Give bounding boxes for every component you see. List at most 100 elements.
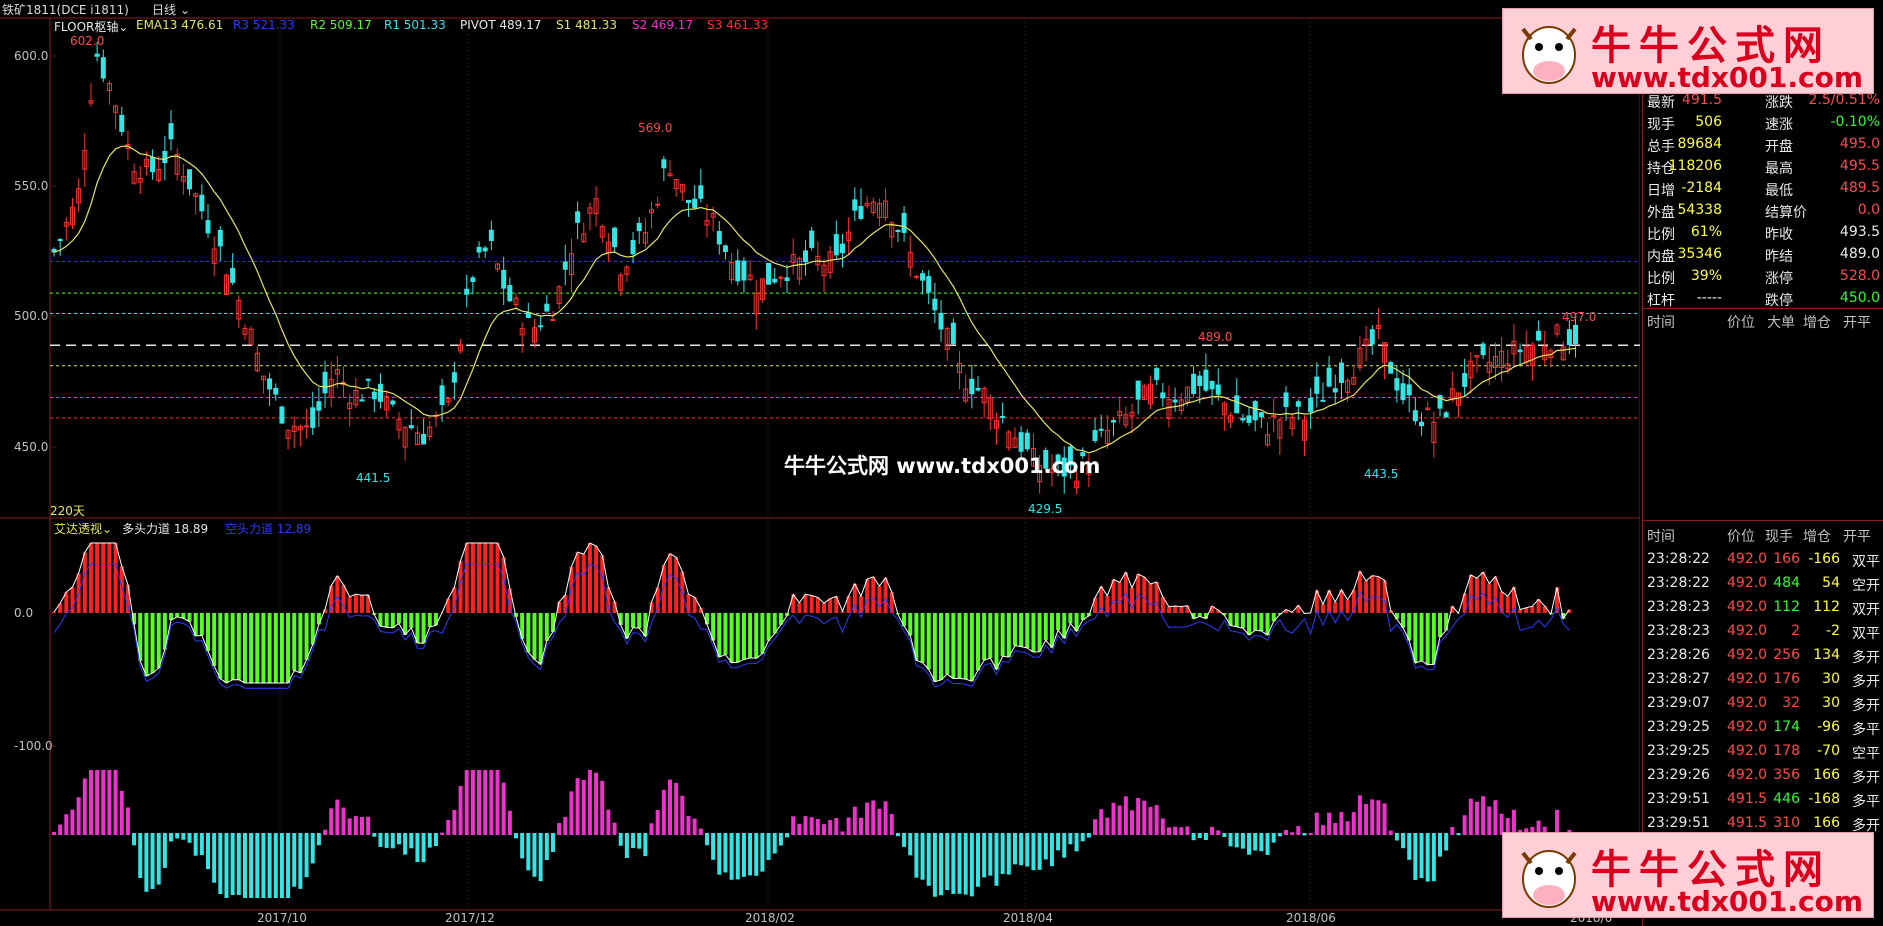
force-bar	[1240, 613, 1245, 629]
force-bar	[267, 613, 272, 683]
ema-label: EMA13 476.61	[136, 18, 224, 32]
trend-bar	[187, 833, 192, 843]
candle-body	[1369, 329, 1375, 345]
force-bar	[1364, 580, 1369, 613]
force-bar	[754, 613, 759, 659]
force-bar	[994, 613, 999, 670]
trend-bar	[1265, 833, 1270, 855]
trend-bar	[1216, 830, 1221, 835]
quote-value: 489.0	[1839, 246, 1880, 262]
trend-bar	[1019, 833, 1024, 866]
quote-row: 比例 61% 昨收 493.5	[1643, 222, 1883, 244]
trend-bar	[101, 770, 106, 835]
candle-body	[408, 425, 414, 429]
candle-body	[439, 385, 445, 406]
col-header: 大单	[1767, 315, 1795, 331]
trend-bar	[1228, 833, 1233, 847]
trend-bar	[520, 833, 525, 859]
tick-time: 23:29:25	[1647, 743, 1710, 759]
col-header: 增仓	[1803, 529, 1831, 545]
tick-volume: 356	[1773, 767, 1800, 783]
candle-body	[538, 325, 544, 328]
trend-bar	[988, 833, 993, 876]
force-bar	[107, 543, 112, 613]
candle-body	[1234, 395, 1240, 414]
force-bar	[242, 613, 247, 683]
quote-label: 日增	[1647, 183, 1675, 199]
force-bar	[119, 566, 124, 613]
trend-bar	[686, 816, 691, 835]
force-bar	[772, 613, 777, 634]
trend-bar	[1438, 833, 1442, 857]
quote-label: 跌停	[1765, 293, 1793, 309]
quote-label: 现手	[1647, 117, 1675, 133]
trend-bar	[655, 810, 660, 835]
candle-body	[926, 276, 932, 293]
trend-bar	[557, 823, 562, 835]
quote-value: 528.0	[1839, 268, 1880, 284]
trend-bar	[169, 833, 174, 842]
force-bar	[766, 613, 771, 641]
candle-body	[636, 222, 642, 232]
candle-body	[57, 238, 63, 241]
candle-body	[322, 371, 328, 394]
col-header: 时间	[1647, 315, 1675, 331]
candle-body	[1018, 432, 1024, 452]
peak-label: 602.0	[70, 34, 105, 48]
trend-bar	[957, 833, 962, 894]
x-tick: 2018/04	[1003, 911, 1053, 925]
force-bar	[1068, 613, 1073, 624]
trend-bar	[236, 833, 241, 895]
force-bar	[1370, 575, 1375, 613]
candle-body	[1024, 432, 1030, 450]
trend-bar	[1376, 800, 1381, 835]
tick-volume: 176	[1773, 671, 1800, 687]
quote-row: 比例 39% 涨停 528.0	[1643, 266, 1883, 288]
candle-body	[1412, 410, 1418, 422]
period-selector[interactable]: 日线 ⌄	[152, 1, 190, 18]
trend-bar	[1259, 833, 1264, 852]
tick-row: 23:28:26 492.0 256 134 多开	[1643, 644, 1883, 668]
force-bar	[1031, 613, 1036, 653]
tick-oi: 166	[1813, 815, 1840, 831]
tick-oi: -96	[1817, 719, 1840, 735]
force-bar	[1438, 613, 1442, 638]
force-bar	[1142, 577, 1147, 613]
force-bar	[95, 543, 100, 613]
candle-body	[772, 278, 778, 283]
tick-volume: 446	[1773, 791, 1800, 807]
quote-value: 450.0	[1839, 290, 1880, 306]
trend-bar	[1462, 815, 1467, 835]
force-bar	[230, 613, 235, 680]
candle-body	[722, 245, 728, 252]
force-bar	[1474, 578, 1479, 613]
symbol-selector[interactable]: 铁矿1811(DCE i1811)	[2, 1, 129, 18]
force-bar	[803, 594, 808, 613]
trend-bar	[446, 819, 451, 835]
indicator-selector[interactable]: FLOOR枢轴⌄	[54, 18, 128, 35]
force-bar	[822, 603, 826, 613]
tick-row: 23:29:07 492.0 32 30 多开	[1643, 692, 1883, 716]
candle-body	[698, 185, 704, 199]
trend-bar	[1117, 805, 1122, 835]
force-bar	[1530, 606, 1535, 613]
quote-value: 495.0	[1839, 136, 1880, 152]
tick-price: 492.0	[1727, 599, 1768, 615]
quote-value: 493.5	[1839, 224, 1880, 240]
tick-volume: 2	[1791, 623, 1800, 639]
tick-time: 23:28:27	[1647, 671, 1710, 687]
trend-bar	[1277, 833, 1282, 837]
trend-bar	[908, 833, 913, 856]
quote-row: 持仓 118206 最高 495.5	[1643, 156, 1883, 178]
trend-bar	[587, 770, 592, 835]
force-bar	[1493, 576, 1498, 613]
force-bar	[1376, 576, 1381, 613]
sub-indicator-selector[interactable]: 艾达透视⌄	[54, 520, 112, 537]
tick-oi: -2	[1826, 623, 1840, 639]
trend-bar	[310, 833, 315, 864]
x-tick: 2017/12	[445, 911, 495, 925]
candle-body	[1314, 376, 1320, 394]
quote-value: 39%	[1690, 268, 1722, 284]
force-bar	[236, 613, 241, 680]
candle-body	[100, 57, 106, 79]
